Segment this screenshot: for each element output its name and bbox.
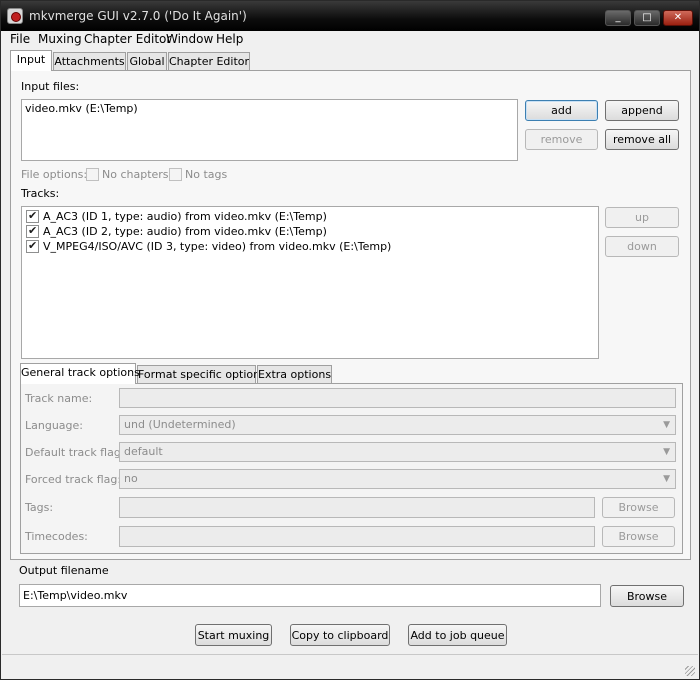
copy-to-clipboard-button[interactable]: Copy to clipboard	[290, 624, 390, 646]
tracks-label: Tracks:	[21, 187, 60, 200]
no-tags-checkbox[interactable]	[169, 168, 182, 181]
start-muxing-button[interactable]: Start muxing	[195, 624, 272, 646]
tab-extra-options[interactable]: Extra options	[257, 365, 332, 384]
menu-muxing[interactable]: Muxing	[38, 32, 82, 46]
language-value: und (Undetermined)	[124, 418, 236, 431]
tab-global[interactable]: Global	[127, 52, 167, 71]
chevron-down-icon: ▼	[663, 474, 670, 484]
track-1-label: A_AC3 (ID 1, type: audio) from video.mkv…	[43, 210, 327, 223]
close-button[interactable]: ✕	[663, 10, 693, 26]
timecodes-input[interactable]	[119, 526, 595, 547]
language-select[interactable]: und (Undetermined) ▼	[119, 415, 676, 435]
file-options-label: File options:	[21, 168, 88, 181]
track-1-checkbox[interactable]	[26, 209, 39, 223]
menu-file[interactable]: File	[10, 32, 30, 46]
add-button[interactable]: add	[525, 100, 598, 121]
timecodes-label: Timecodes:	[25, 530, 88, 543]
tab-input[interactable]: Input	[10, 50, 52, 71]
tracks-list[interactable]: A_AC3 (ID 1, type: audio) from video.mkv…	[21, 206, 599, 359]
forced-track-flag-value: no	[124, 472, 138, 485]
menu-bar: File Muxing Chapter Editor Window Help	[1, 31, 699, 49]
tab-format-specific-options[interactable]: Format specific options	[137, 365, 266, 384]
output-filename-label: Output filename	[19, 564, 109, 577]
track-2-label: A_AC3 (ID 2, type: audio) from video.mkv…	[43, 225, 327, 238]
app-window: mkvmerge GUI v2.7.0 ('Do It Again') _ □ …	[0, 0, 700, 680]
tab-general-track-options[interactable]: General track options	[20, 363, 140, 384]
status-bar	[2, 654, 698, 679]
default-track-flag-select[interactable]: default ▼	[119, 442, 676, 462]
track-3-label: V_MPEG4/ISO/AVC (ID 3, type: video) from…	[43, 240, 392, 253]
minimize-button[interactable]: _	[605, 10, 631, 26]
mkvmerge-app-icon	[7, 8, 23, 24]
language-label: Language:	[25, 419, 83, 432]
up-button[interactable]: up	[605, 207, 679, 228]
track-name-label: Track name:	[25, 392, 93, 405]
timecodes-browse-button[interactable]: Browse	[602, 526, 675, 547]
input-files-label: Input files:	[21, 80, 80, 93]
title-bar[interactable]: mkvmerge GUI v2.7.0 ('Do It Again') _ □ …	[1, 1, 699, 31]
output-browse-button[interactable]: Browse	[610, 585, 684, 607]
no-chapters-checkbox[interactable]	[86, 168, 99, 181]
list-item[interactable]: video.mkv (E:\Temp)	[25, 102, 138, 115]
append-button[interactable]: append	[605, 100, 679, 121]
default-track-flag-label: Default track flag:	[25, 446, 125, 459]
tab-chapter-editor[interactable]: Chapter Editor	[168, 52, 250, 71]
remove-button[interactable]: remove	[525, 129, 598, 150]
forced-track-flag-label: Forced track flag:	[25, 473, 122, 486]
down-button[interactable]: down	[605, 236, 679, 257]
chevron-down-icon: ▼	[663, 447, 670, 457]
tags-label: Tags:	[25, 501, 54, 514]
menu-chapter-editor[interactable]: Chapter Editor	[84, 32, 171, 46]
menu-help[interactable]: Help	[216, 32, 243, 46]
maximize-button[interactable]: □	[634, 10, 660, 26]
forced-track-flag-select[interactable]: no ▼	[119, 469, 676, 489]
chevron-down-icon: ▼	[663, 420, 670, 430]
track-name-input[interactable]	[119, 388, 676, 408]
track-3-checkbox[interactable]	[26, 239, 39, 253]
output-filename-input[interactable]	[19, 584, 601, 607]
default-track-flag-value: default	[124, 445, 163, 458]
tags-browse-button[interactable]: Browse	[602, 497, 675, 518]
track-2-checkbox[interactable]	[26, 224, 39, 238]
tags-input[interactable]	[119, 497, 595, 518]
remove-all-button[interactable]: remove all	[605, 129, 679, 150]
no-tags-label: No tags	[185, 168, 228, 181]
tab-attachments[interactable]: Attachments	[53, 52, 126, 71]
resize-grip-icon[interactable]	[685, 666, 695, 676]
add-to-job-queue-button[interactable]: Add to job queue	[408, 624, 507, 646]
menu-window[interactable]: Window	[166, 32, 213, 46]
no-chapters-label: No chapters	[102, 168, 169, 181]
input-files-list[interactable]: video.mkv (E:\Temp)	[21, 99, 518, 161]
window-title: mkvmerge GUI v2.7.0 ('Do It Again')	[29, 9, 247, 23]
